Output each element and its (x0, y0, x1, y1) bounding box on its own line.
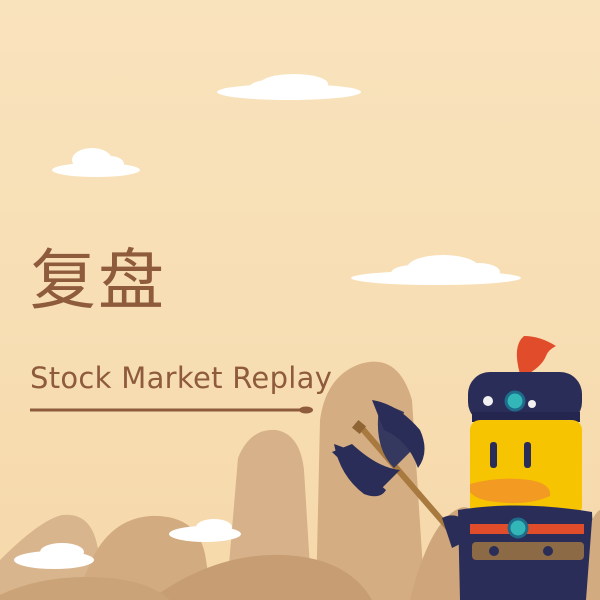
splash-illustration: 复盘 Stock Market Replay (0, 0, 600, 600)
mountain-scene (0, 336, 600, 600)
duck-warrior-illustration (442, 336, 596, 600)
